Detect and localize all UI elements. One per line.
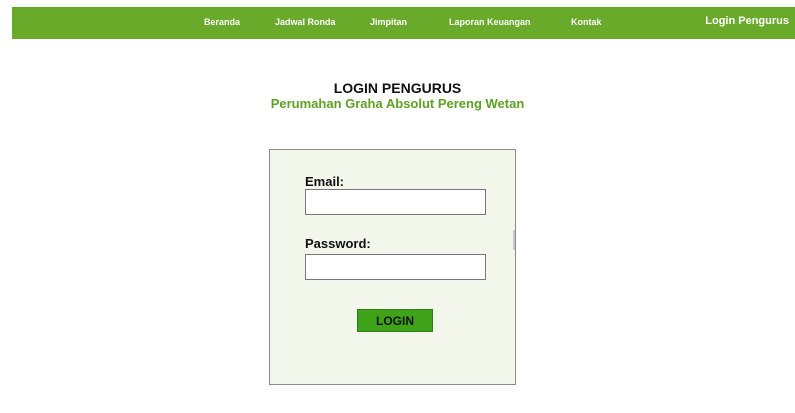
nav-item-kontak[interactable]: Kontak: [571, 17, 602, 27]
panel-scrollbar[interactable]: [513, 230, 515, 250]
login-button[interactable]: LOGIN: [357, 309, 433, 332]
nav-item-jimpitan[interactable]: Jimpitan: [370, 17, 407, 27]
password-label: Password:: [305, 236, 371, 251]
login-form-panel: Email: Password: LOGIN: [269, 149, 516, 385]
password-field[interactable]: [305, 254, 486, 280]
email-field[interactable]: [305, 189, 486, 215]
page-subtitle: Perumahan Graha Absolut Pereng Wetan: [270, 96, 525, 111]
top-navbar: Beranda Jadwal Ronda Jimpitan Laporan Ke…: [12, 7, 795, 39]
nav-item-laporan-keuangan[interactable]: Laporan Keuangan: [449, 17, 531, 27]
page-title: LOGIN PENGURUS: [333, 80, 462, 96]
email-label: Email:: [305, 174, 345, 189]
nav-login-pengurus[interactable]: Login Pengurus: [705, 15, 789, 27]
nav-item-beranda[interactable]: Beranda: [204, 17, 240, 27]
nav-item-jadwal-ronda[interactable]: Jadwal Ronda: [275, 17, 336, 27]
